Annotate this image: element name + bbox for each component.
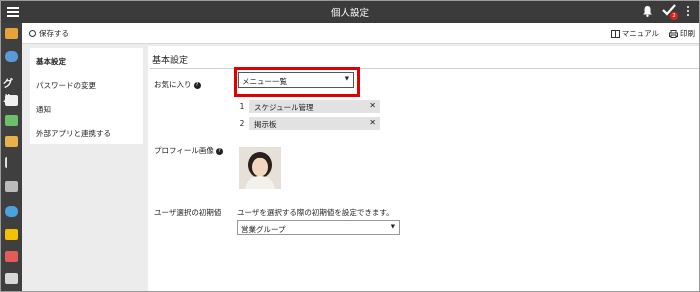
profile-image-label-text: プロフィール画像 — [154, 146, 214, 155]
sidebar-item-password-change[interactable]: パスワードの変更 — [36, 80, 96, 91]
favorite-item-number: 2 — [239, 119, 245, 128]
favorite-item-box: スケジュール管理 ✕ — [249, 100, 380, 113]
favorite-item: 1 スケジュール管理 ✕ — [237, 100, 380, 113]
user-select-description: ユーザを選択する際の初期値を設定できます。 — [237, 208, 394, 217]
user-select-value: 営業グループ — [241, 225, 286, 234]
remove-icon[interactable]: ✕ — [369, 101, 376, 110]
database-icon[interactable] — [5, 51, 18, 62]
sidebar-item-notifications[interactable]: 通知 — [36, 104, 51, 115]
favorite-item-box: 掲示板 ✕ — [249, 117, 380, 130]
dropdown-arrow-icon: ▼ — [390, 224, 395, 230]
user-select-dropdown[interactable]: 営業グループ ▼ — [237, 220, 400, 235]
print-label: 印刷 — [680, 29, 695, 38]
manual-link[interactable]: マニュアル — [610, 28, 659, 39]
top-bar: 個人設定 2 — [1, 1, 699, 23]
flag-icon[interactable] — [5, 157, 13, 168]
favorites-select-value: メニュー一覧 — [242, 77, 287, 86]
user-select-label: ユーザ選択の初期値 — [154, 208, 222, 217]
envelope-icon[interactable] — [5, 251, 18, 262]
help-icon[interactable]: ? — [193, 81, 201, 89]
settings-sidebar: 基本設定 パスワードの変更 通知 外部アプリと連携する — [30, 48, 143, 144]
remove-icon[interactable]: ✕ — [369, 118, 376, 127]
circle-icon — [29, 30, 36, 37]
favorite-item: 2 掲示板 ✕ — [237, 117, 380, 130]
content-area: 基本設定 パスワードの変更 通知 外部アプリと連携する 基本設定 お気に入り? … — [22, 44, 699, 291]
save-button[interactable]: 保存する — [29, 28, 69, 39]
print-link[interactable]: 印刷 — [669, 28, 695, 39]
settings-panel: 基本設定 お気に入り? メニュー一覧 ▼ 1 スケジュール管理 ✕ 2 掲示板 … — [148, 46, 699, 291]
more-options-icon[interactable] — [687, 6, 690, 18]
task-icon[interactable] — [5, 115, 18, 126]
profile-photo[interactable] — [239, 147, 281, 189]
calendar-icon[interactable] — [5, 95, 18, 106]
favorite-item-label: 掲示板 — [254, 120, 277, 129]
gift-icon[interactable] — [5, 229, 18, 240]
app-rail: グル — [1, 23, 22, 291]
sidebar-item-external-apps[interactable]: 外部アプリと連携する — [36, 128, 111, 139]
page-title: 個人設定 — [330, 8, 369, 19]
building-icon[interactable] — [5, 181, 18, 192]
favorites-select[interactable]: メニュー一覧 ▼ — [238, 72, 354, 88]
favorites-label-text: お気に入り — [154, 80, 192, 89]
avatar — [239, 147, 281, 189]
save-button-label: 保存する — [39, 29, 69, 38]
notification-badge: 2 — [670, 12, 678, 20]
divider — [150, 68, 699, 69]
dropdown-arrow-icon: ▼ — [344, 76, 349, 82]
favorites-label: お気に入り? — [154, 79, 201, 90]
document-icon[interactable] — [5, 273, 18, 284]
home-icon[interactable] — [5, 28, 18, 39]
sidebar-item-basic-settings[interactable]: 基本設定 — [36, 56, 66, 67]
printer-icon — [669, 29, 678, 38]
mail-tray-icon[interactable] — [5, 136, 18, 147]
book-icon — [610, 29, 620, 38]
bell-icon[interactable] — [642, 5, 653, 17]
toolbar: 保存する マニュアル 印刷 — [22, 23, 699, 44]
manual-label: マニュアル — [621, 29, 659, 38]
favorite-item-number: 1 — [239, 102, 245, 111]
chat-icon[interactable] — [5, 206, 18, 217]
section-title: 基本設定 — [152, 56, 189, 66]
help-icon[interactable]: ? — [215, 147, 223, 155]
app-window: 個人設定 2 グル 保存する マニュア — [0, 0, 700, 292]
profile-image-label: プロフィール画像? — [154, 145, 223, 156]
favorite-item-label: スケジュール管理 — [254, 103, 314, 112]
